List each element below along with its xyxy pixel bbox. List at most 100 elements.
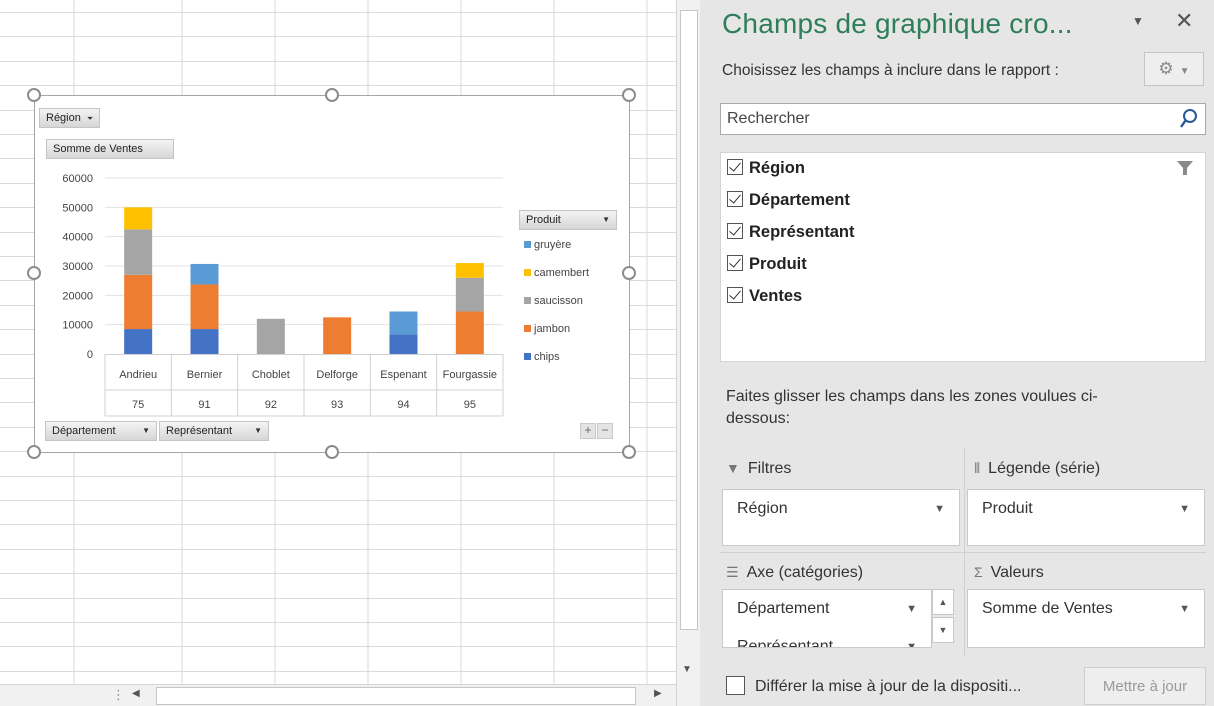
bar-segment-camembert[interactable]	[455, 263, 484, 278]
splitter-handle-icon[interactable]: ⋮	[112, 687, 125, 703]
pane-options-dropdown-icon[interactable]: ▼	[1132, 14, 1144, 28]
zone-values-header: Σ Valeurs	[974, 564, 1044, 582]
x-category-label: Bernier	[187, 369, 223, 381]
search-input[interactable]	[721, 104, 1171, 134]
defer-update-row[interactable]: Différer la mise à jour de la dispositi.…	[726, 676, 1021, 696]
vertical-scroll-track[interactable]	[680, 10, 698, 630]
chart-axis-departement-button[interactable]: Département ▼	[45, 421, 157, 441]
field-row-région[interactable]: Région	[727, 159, 805, 185]
scroll-left-icon[interactable]: ◀	[132, 688, 140, 699]
bar-segment-jambon[interactable]	[455, 311, 484, 354]
close-icon[interactable]: ✕	[1175, 8, 1193, 34]
legend-swatch	[524, 269, 531, 276]
zone-divider-horizontal	[720, 552, 1206, 553]
pivot-chart[interactable]: 0 10000 20000 30000 40000 50000 60000 Andrieu 75…	[34, 95, 630, 453]
expand-field-button[interactable]: +	[580, 423, 596, 439]
defer-update-checkbox[interactable]	[726, 676, 745, 695]
legend-item-saucisson[interactable]: saucisson	[524, 295, 583, 307]
field-label: Produit	[749, 255, 807, 273]
chevron-down-icon: ▼	[1179, 66, 1190, 77]
chart-resize-handle-r[interactable]	[622, 266, 636, 280]
field-row-représentant[interactable]: Représentant	[727, 223, 854, 249]
chart-axis-representant-button[interactable]: Représentant ▼	[159, 421, 269, 441]
field-row-ventes[interactable]: Ventes	[727, 287, 802, 313]
legend-swatch	[524, 297, 531, 304]
pane-title: Champs de graphique cro...	[722, 8, 1073, 39]
zone-axis-box[interactable]: Département ▼ Représentant ▼	[722, 589, 932, 648]
field-row-produit[interactable]: Produit	[727, 255, 807, 281]
collapse-field-button[interactable]: −	[597, 423, 613, 439]
bar-segment-camembert[interactable]	[124, 207, 153, 230]
chevron-down-icon: ▼	[254, 426, 262, 435]
legend-label: jambon	[534, 323, 571, 335]
tools-button[interactable]: ⚙ ▼	[1144, 52, 1204, 86]
chevron-down-icon[interactable]: ▼	[934, 492, 945, 526]
chart-resize-handle-tl[interactable]	[27, 88, 41, 102]
field-row-département[interactable]: Département	[727, 191, 850, 217]
bar-segment-jambon[interactable]	[323, 317, 352, 354]
chart-legend-field-button[interactable]: Produit ▼	[519, 210, 617, 230]
zone-filters-box[interactable]: Région ▼	[722, 489, 960, 546]
sigma-icon: Σ	[974, 564, 983, 580]
zone-filters-item-region[interactable]: Région ▼	[725, 492, 957, 526]
zone-legend-box[interactable]: Produit ▼	[967, 489, 1205, 546]
scroll-up-icon[interactable]: ▲	[932, 589, 954, 615]
zone-filters-label: Filtres	[747, 460, 792, 477]
chart-value-field-button[interactable]: Somme de Ventes	[46, 139, 174, 159]
chart-resize-handle-br[interactable]	[622, 445, 636, 459]
bar-segment-jambon[interactable]	[124, 274, 153, 330]
field-list: Région Département Représentant Produit Vent…	[720, 152, 1206, 362]
y-tick-label: 20000	[62, 290, 93, 302]
bar-segment-gruyère[interactable]	[389, 311, 418, 335]
bar-segment-gruyère[interactable]	[190, 263, 219, 285]
scroll-right-icon[interactable]: ▶	[654, 688, 662, 699]
chevron-down-icon: ▼	[602, 215, 610, 224]
zone-values-item-somme[interactable]: Somme de Ventes ▼	[970, 592, 1202, 626]
bar-segment-saucisson[interactable]	[124, 229, 153, 275]
zone-axis-item-departement[interactable]: Département ▼	[725, 592, 929, 626]
field-checkbox[interactable]	[727, 159, 743, 175]
scroll-down-icon[interactable]: ▼	[932, 617, 954, 643]
horizontal-scroll-thumb[interactable]	[156, 687, 636, 705]
chevron-down-icon[interactable]: ▼	[1179, 592, 1190, 626]
zone-values-label: Valeurs	[990, 564, 1044, 581]
zone-filters-item-label: Région	[737, 500, 788, 517]
chart-filter-region-button[interactable]: Région ⏷	[39, 108, 101, 128]
bar-segment-chips[interactable]	[389, 334, 418, 354]
field-checkbox[interactable]	[727, 287, 743, 303]
chevron-down-icon[interactable]: ▼	[906, 592, 917, 626]
field-checkbox[interactable]	[727, 255, 743, 271]
chart-resize-handle-bl[interactable]	[27, 445, 41, 459]
chart-resize-handle-b[interactable]	[325, 445, 339, 459]
update-button[interactable]: Mettre à jour	[1084, 667, 1206, 705]
bar-segment-saucisson[interactable]	[455, 277, 484, 312]
chart-resize-handle-tr[interactable]	[622, 88, 636, 102]
zone-values-box[interactable]: Somme de Ventes ▼	[967, 589, 1205, 648]
legend-item-camembert[interactable]: camembert	[524, 267, 589, 279]
chart-legend-field-label: Produit	[526, 214, 561, 226]
search-icon[interactable]	[1179, 108, 1199, 130]
zone-axis-item-representant[interactable]: Représentant ▼	[725, 630, 929, 647]
scroll-down-icon[interactable]: ▼	[682, 664, 692, 675]
field-checkbox[interactable]	[727, 223, 743, 239]
horizontal-scrollbar[interactable]: ⋮ ◀ ▶	[0, 684, 676, 706]
legend-label: camembert	[534, 267, 590, 279]
y-tick-label: 30000	[62, 261, 93, 273]
field-checkbox[interactable]	[727, 191, 743, 207]
filter-icon[interactable]	[1177, 161, 1193, 175]
bar-segment-chips[interactable]	[124, 329, 153, 354]
vertical-scrollbar[interactable]: ▼	[676, 0, 700, 706]
chart-resize-handle-t[interactable]	[325, 88, 339, 102]
worksheet-area[interactable]: 0 10000 20000 30000 40000 50000 60000 Andrieu 75…	[0, 0, 676, 684]
legend-item-gruyère[interactable]: gruyère	[524, 239, 571, 251]
chevron-down-icon[interactable]: ▼	[906, 630, 917, 647]
bar-segment-jambon[interactable]	[190, 284, 219, 330]
columns-icon: ⦀	[974, 460, 981, 476]
chevron-down-icon[interactable]: ▼	[1179, 492, 1190, 526]
legend-item-jambon[interactable]: jambon	[524, 323, 570, 335]
bar-segment-saucisson[interactable]	[256, 318, 285, 354]
bar-segment-chips[interactable]	[190, 329, 219, 354]
chart-resize-handle-l[interactable]	[27, 266, 41, 280]
legend-item-chips[interactable]: chips	[524, 351, 560, 363]
zone-legend-item-produit[interactable]: Produit ▼	[970, 492, 1202, 526]
